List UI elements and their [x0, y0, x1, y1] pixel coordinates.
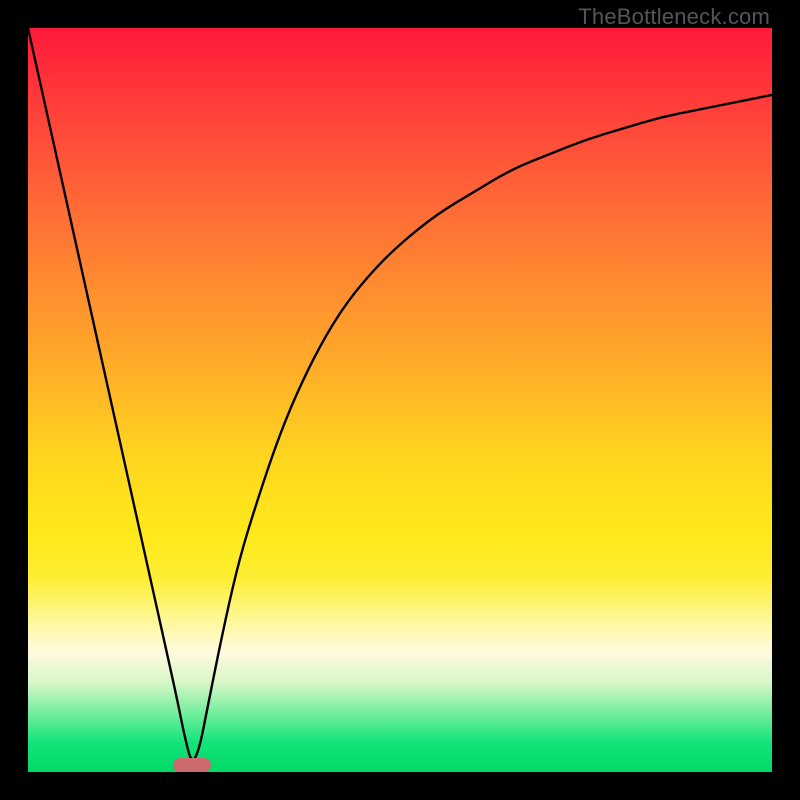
balanced-point-marker [173, 758, 211, 772]
watermark-label: TheBottleneck.com [578, 4, 770, 30]
chart-frame: TheBottleneck.com [0, 0, 800, 800]
bottleneck-curve [28, 28, 772, 772]
plot-area [28, 28, 772, 772]
